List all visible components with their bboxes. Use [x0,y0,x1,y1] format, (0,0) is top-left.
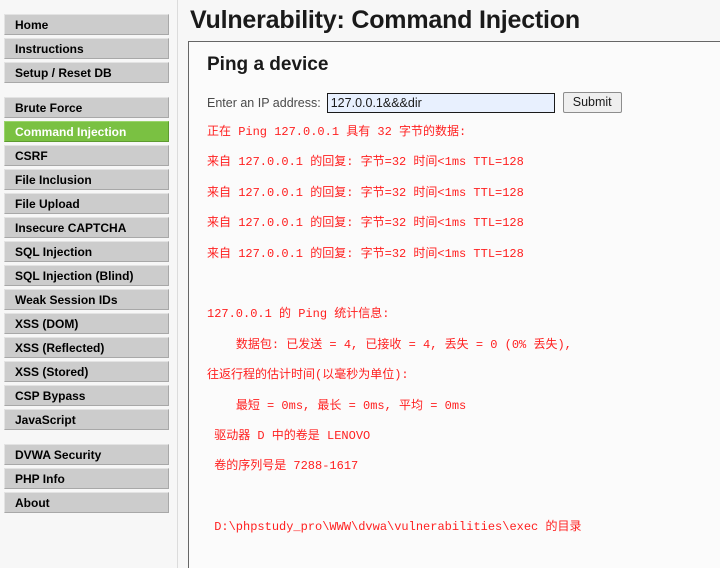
sidebar-item-csp-bypass[interactable]: CSP Bypass [4,385,169,406]
ip-address-label: Enter an IP address: [207,95,321,110]
sidebar-item-command-injection[interactable]: Command Injection [4,121,169,142]
sidebar-item-weak-session-ids[interactable]: Weak Session IDs [4,289,169,310]
sidebar-group-1: Brute Force Command Injection CSRF File Inc… [0,97,177,430]
sidebar-item-about[interactable]: About [4,492,169,513]
sidebar: Home Instructions Setup / Reset DB Brute Fo… [0,0,178,568]
output-line: 最短 = 0ms, 最长 = 0ms, 平均 = 0ms [207,398,467,413]
sidebar-item-sql-injection[interactable]: SQL Injection [4,241,169,262]
output-line: D:\phpstudy_pro\WWW\dvwa\vulnerabilities… [207,520,582,535]
output-line: 来自 127.0.0.1 的回复: 字节=32 时间<1ms TTL=128 [207,246,524,261]
sidebar-item-sql-injection-blind[interactable]: SQL Injection (Blind) [4,265,169,286]
sidebar-item-brute-force[interactable]: Brute Force [4,97,169,118]
output-line: 驱动器 D 中的卷是 LENOVO [207,429,371,444]
output-line: 正在 Ping 127.0.0.1 具有 32 字节的数据: [207,125,467,139]
output-line: 数据包: 已发送 = 4, 已接收 = 4, 丢失 = 0 (0% 丢失), [207,337,572,352]
output-blank-line [207,551,720,566]
page-title: Vulnerability: Command Injection [190,6,580,34]
output-blank-line [207,490,720,505]
dvwa-page: Home Instructions Setup / Reset DB Brute Fo… [0,0,720,568]
sidebar-item-setup-reset-db[interactable]: Setup / Reset DB [4,62,169,83]
command-output: 正在 Ping 127.0.0.1 具有 32 字节的数据: 来自 127.0.… [207,125,720,568]
ping-form: Enter an IP address: Submit [207,92,720,113]
sidebar-item-home[interactable]: Home [4,14,169,35]
output-blank-line [207,277,720,292]
sidebar-item-csrf[interactable]: CSRF [4,145,169,166]
output-line: 来自 127.0.0.1 的回复: 字节=32 时间<1ms TTL=128 [207,216,524,231]
sidebar-item-file-inclusion[interactable]: File Inclusion [4,169,169,190]
output-line: 来自 127.0.0.1 的回复: 字节=32 时间<1ms TTL=128 [207,185,524,200]
submit-button[interactable]: Submit [562,92,622,113]
sidebar-item-insecure-captcha[interactable]: Insecure CAPTCHA [4,217,169,238]
sidebar-item-xss-stored[interactable]: XSS (Stored) [4,361,169,382]
output-line: 卷的序列号是 7288-1617 [207,459,359,474]
output-line: 来自 127.0.0.1 的回复: 字节=32 时间<1ms TTL=128 [207,155,524,170]
main-content: Vulnerability: Command Injection Ping a … [178,0,720,568]
output-line: 127.0.0.1 的 Ping 统计信息: [207,307,390,322]
sidebar-item-dvwa-security[interactable]: DVWA Security [4,444,169,465]
output-line: 往返行程的估计时间(以毫秒为单位): [207,368,409,383]
content-panel: Ping a device Enter an IP address: Submi… [188,41,720,568]
sidebar-item-javascript[interactable]: JavaScript [4,409,169,430]
sidebar-group-0: Home Instructions Setup / Reset DB [0,14,177,83]
sidebar-item-file-upload[interactable]: File Upload [4,193,169,214]
sidebar-group-2: DVWA Security PHP Info About [0,444,177,513]
sidebar-item-php-info[interactable]: PHP Info [4,468,169,489]
ip-address-input[interactable] [326,92,555,113]
sidebar-item-instructions[interactable]: Instructions [4,38,169,59]
sidebar-item-xss-dom[interactable]: XSS (DOM) [4,313,169,334]
section-heading: Ping a device [207,54,329,75]
sidebar-item-xss-reflected[interactable]: XSS (Reflected) [4,337,169,358]
